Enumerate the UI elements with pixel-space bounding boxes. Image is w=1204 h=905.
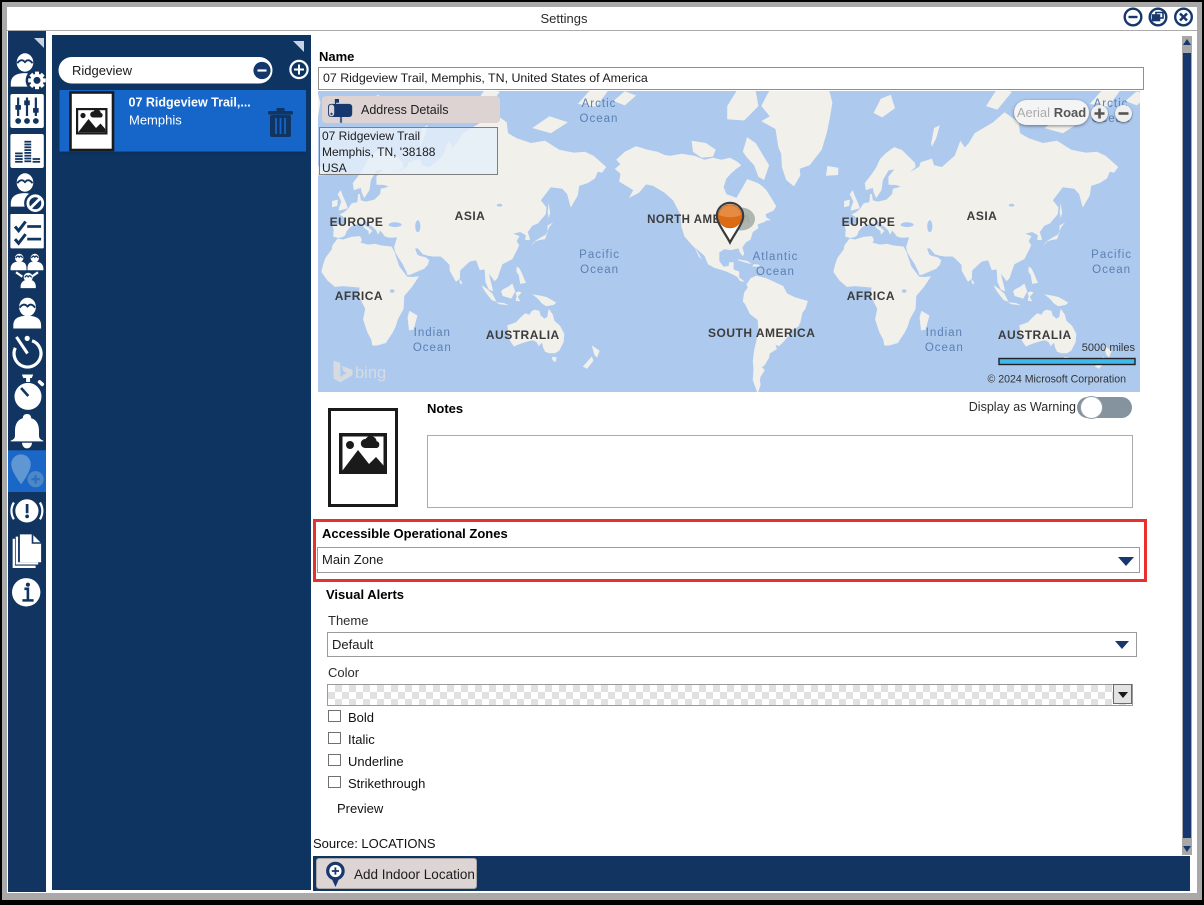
svg-text:5000 miles: 5000 miles bbox=[1082, 342, 1136, 354]
svg-text:Ocean: Ocean bbox=[580, 113, 619, 125]
svg-text:Indian: Indian bbox=[926, 327, 963, 339]
svg-text:AFRICA: AFRICA bbox=[335, 289, 383, 303]
svg-text:Ocean: Ocean bbox=[756, 266, 795, 278]
svg-text:Pacific: Pacific bbox=[1091, 249, 1132, 261]
svg-text:Ocean: Ocean bbox=[925, 342, 964, 354]
svg-text:Ridgeview: Ridgeview bbox=[72, 63, 133, 78]
svg-text:AFRICA: AFRICA bbox=[847, 289, 895, 303]
svg-text:Atlantic: Atlantic bbox=[753, 251, 799, 263]
svg-text:Ocean: Ocean bbox=[580, 264, 619, 276]
svg-text:AUSTRALIA: AUSTRALIA bbox=[998, 328, 1072, 342]
svg-text:EUROPE: EUROPE bbox=[842, 215, 896, 229]
svg-text:Ocean: Ocean bbox=[413, 342, 452, 354]
svg-text:ASIA: ASIA bbox=[455, 209, 486, 223]
svg-text:EUROPE: EUROPE bbox=[330, 215, 384, 229]
svg-text:Indian: Indian bbox=[414, 327, 451, 339]
svg-text:© 2024 Microsoft Corporation: © 2024 Microsoft Corporation bbox=[987, 374, 1126, 386]
svg-text:ASIA: ASIA bbox=[967, 209, 998, 223]
svg-text:Pacific: Pacific bbox=[579, 249, 620, 261]
svg-text:Memphis: Memphis bbox=[129, 113, 182, 128]
svg-text:Ocean: Ocean bbox=[1092, 264, 1131, 276]
svg-text:Arctic: Arctic bbox=[582, 98, 617, 110]
svg-text:07 Ridgeview Trail,...: 07 Ridgeview Trail,... bbox=[129, 96, 251, 110]
svg-text:SOUTH AMERICA: SOUTH AMERICA bbox=[708, 326, 815, 340]
svg-text:bing: bing bbox=[355, 364, 386, 382]
svg-text:AUSTRALIA: AUSTRALIA bbox=[486, 328, 560, 342]
